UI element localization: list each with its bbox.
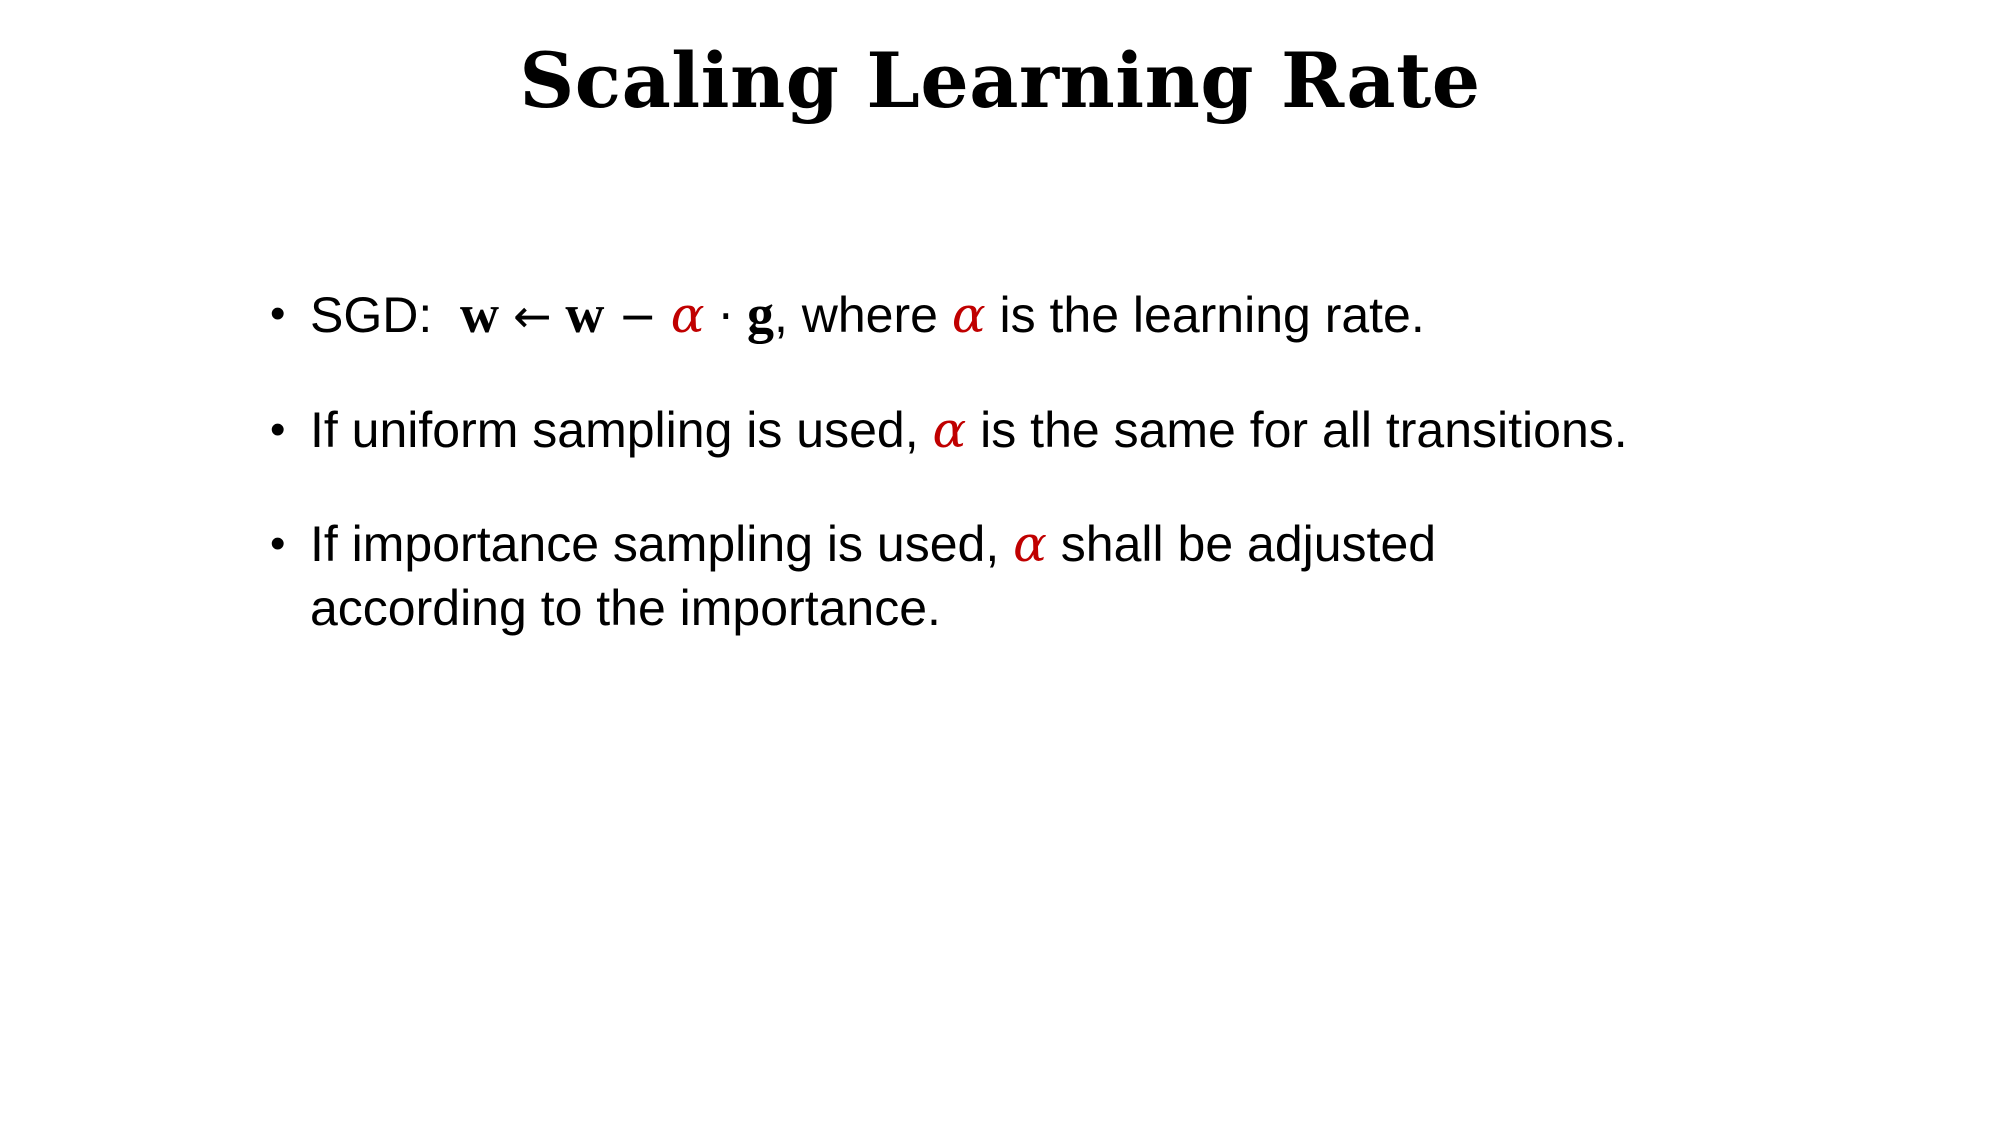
slide-title: Scaling Learning Rate [519, 36, 1481, 125]
dot-operator: · [718, 289, 734, 343]
sgd-label: SGD: [310, 287, 433, 343]
bullet-item-importance: • If importance sampling is used, α shal… [270, 512, 1770, 640]
slide: Scaling Learning Rate • SGD: w ← w − α ·… [0, 0, 2000, 1125]
where-text: , where [773, 287, 938, 343]
bullet-list: • SGD: w ← w − α · g, where α is the lea… [270, 282, 1770, 690]
bullet-text-start: If importance sampling is used, [310, 516, 1000, 572]
minus-sign: − [618, 289, 657, 343]
weight-var: w [565, 284, 605, 344]
alpha-symbol: α [932, 401, 967, 459]
alpha-symbol: α [670, 286, 705, 344]
bullet-item-sgd: • SGD: w ← w − α · g, where α is the lea… [270, 282, 1770, 348]
bullet-dot-icon: • [270, 519, 286, 568]
bullet-text-start: If uniform sampling is used, [310, 402, 919, 458]
gradient-var: g [746, 284, 774, 344]
bullet-text-end: shall be adjusted [1060, 516, 1437, 572]
bullet-text-end: is the learning rate. [999, 287, 1425, 343]
alpha-symbol: α [1013, 515, 1047, 573]
assign-arrow: ← [512, 289, 552, 343]
bullet-text-line2: according to the importance. [310, 580, 941, 636]
alpha-symbol: α [951, 286, 986, 344]
weight-var: w [460, 284, 500, 344]
bullet-item-uniform: • If uniform sampling is used, α is the … [270, 398, 1770, 462]
bullet-text-end: is the same for all transitions. [980, 402, 1628, 458]
bullet-dot-icon: • [270, 289, 286, 338]
bullet-dot-icon: • [270, 405, 286, 454]
